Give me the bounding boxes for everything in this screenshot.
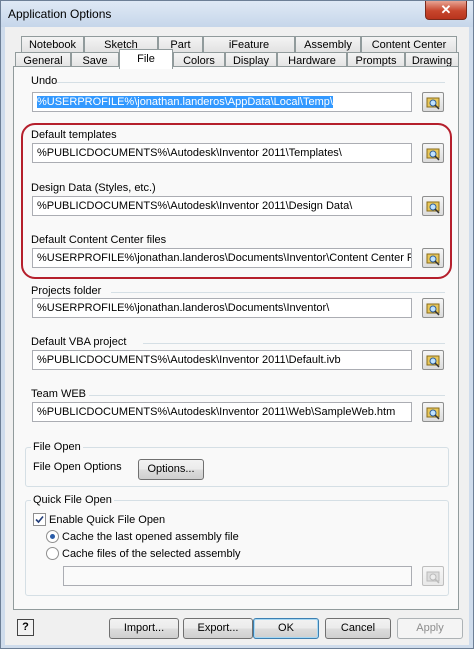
- options-button[interactable]: Options...: [138, 459, 204, 480]
- undo-divider: [57, 82, 445, 83]
- tab-notebook[interactable]: Notebook: [21, 36, 84, 53]
- radio-cache-selected-label: Cache files of the selected assembly: [62, 548, 241, 560]
- undo-browse-button[interactable]: [422, 92, 444, 112]
- vba-divider: [143, 343, 445, 344]
- quick-open-path-input[interactable]: [63, 566, 412, 586]
- window-title: Application Options: [8, 7, 112, 21]
- browse-folder-icon: [426, 148, 440, 161]
- undo-label: Undo: [31, 75, 58, 87]
- browse-folder-icon: [426, 407, 440, 420]
- tab-assembly[interactable]: Assembly: [295, 36, 361, 53]
- cancel-button[interactable]: Cancel: [325, 618, 391, 639]
- default-templates-input[interactable]: %PUBLICDOCUMENTS%\Autodesk\Inventor 2011…: [32, 143, 412, 163]
- browse-folder-icon: [426, 303, 440, 316]
- design-data-label: Design Data (Styles, etc.): [31, 182, 156, 194]
- application-options-window: Application Options ✕ Notebook Sketch Pa…: [0, 0, 474, 649]
- vba-project-input[interactable]: %PUBLICDOCUMENTS%\Autodesk\Inventor 2011…: [32, 350, 412, 370]
- enable-quick-open-label: Enable Quick File Open: [49, 514, 166, 526]
- browse-folder-icon: [426, 355, 440, 368]
- close-button[interactable]: ✕: [425, 1, 467, 20]
- default-templates-label: Default templates: [31, 129, 117, 141]
- content-center-input[interactable]: %USERPROFILE%\jonathan.landeros\Document…: [32, 248, 412, 268]
- default-templates-browse-button[interactable]: [422, 143, 444, 163]
- vba-browse-button[interactable]: [422, 350, 444, 370]
- projects-browse-button[interactable]: [422, 298, 444, 318]
- tab-file[interactable]: File: [119, 49, 173, 69]
- quick-open-browse-button[interactable]: [422, 566, 444, 586]
- import-button[interactable]: Import...: [109, 618, 179, 639]
- export-button[interactable]: Export...: [183, 618, 253, 639]
- radio-cache-last-label: Cache the last opened assembly file: [62, 531, 239, 543]
- content-center-label: Default Content Center files: [31, 234, 167, 246]
- team-web-divider: [89, 395, 445, 396]
- projects-folder-input[interactable]: %USERPROFILE%\jonathan.landeros\Document…: [32, 298, 412, 318]
- radio-cache-last[interactable]: [46, 530, 59, 543]
- team-web-label: Team WEB: [31, 388, 87, 400]
- quick-file-open-label: Quick File Open: [31, 494, 114, 506]
- content-center-browse-button[interactable]: [422, 248, 444, 268]
- ok-button[interactable]: OK: [253, 618, 319, 639]
- tab-ifeature[interactable]: iFeature: [203, 36, 295, 53]
- undo-path-input[interactable]: %USERPROFILE%\jonathan.landeros\AppData\…: [32, 92, 412, 112]
- radio-cache-selected[interactable]: [46, 547, 59, 560]
- help-button[interactable]: ?: [17, 619, 34, 636]
- browse-folder-icon: [426, 201, 440, 214]
- apply-button[interactable]: Apply: [397, 618, 463, 639]
- enable-quick-open-checkbox[interactable]: [33, 513, 46, 526]
- team-web-input[interactable]: %PUBLICDOCUMENTS%\Autodesk\Inventor 2011…: [32, 402, 412, 422]
- close-icon: ✕: [440, 2, 452, 17]
- checkmark-icon: [35, 515, 44, 524]
- browse-folder-icon: [426, 571, 440, 584]
- vba-project-label: Default VBA project: [31, 336, 127, 348]
- file-open-label: File Open: [31, 441, 83, 453]
- title-bar: Application Options ✕: [1, 1, 473, 27]
- projects-divider: [111, 292, 445, 293]
- tab-content-center[interactable]: Content Center: [361, 36, 457, 53]
- projects-folder-label: Projects folder: [31, 285, 102, 297]
- browse-folder-icon: [426, 253, 440, 266]
- team-web-browse-button[interactable]: [422, 402, 444, 422]
- browse-folder-icon: [426, 97, 440, 110]
- file-open-options-label: File Open Options: [33, 461, 122, 473]
- design-data-browse-button[interactable]: [422, 196, 444, 216]
- design-data-input[interactable]: %PUBLICDOCUMENTS%\Autodesk\Inventor 2011…: [32, 196, 412, 216]
